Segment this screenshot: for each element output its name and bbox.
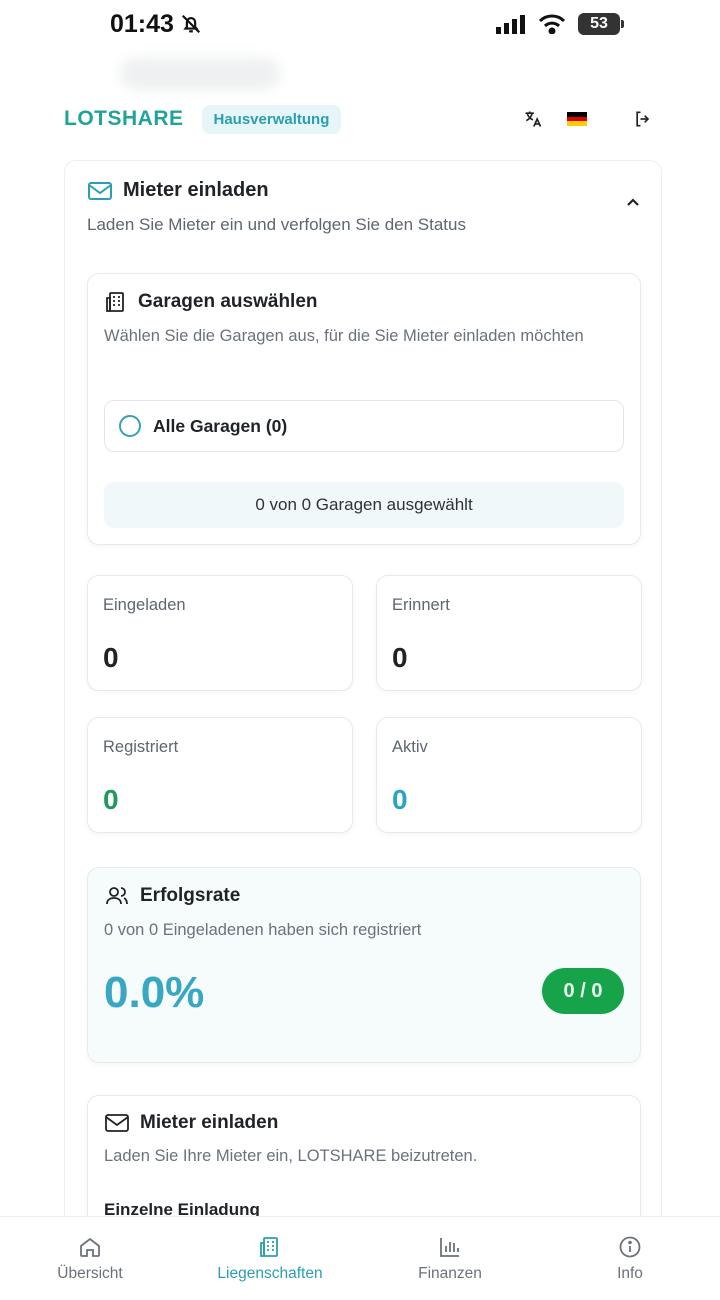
clock: 01:43 (110, 9, 174, 38)
wifi-icon (538, 14, 566, 34)
stat-value: 0 (103, 784, 119, 815)
garage-select-title: Garagen auswählen (138, 291, 318, 312)
nav-label: Finanzen (418, 1264, 482, 1282)
stat-active: Aktiv 0 (376, 717, 642, 833)
app-header: LOTSHARE Hausverwaltung (0, 96, 720, 142)
building-icon (106, 292, 124, 312)
stat-value: 0 (392, 784, 408, 815)
success-rate-card: Erfolgsrate 0 von 0 Eingeladenen haben s… (87, 867, 641, 1063)
blurred-region (120, 58, 280, 90)
bottom-navigation: Übersicht Liegenschaften Finanzen Info (0, 1216, 720, 1300)
language-flag-button[interactable] (564, 106, 590, 132)
nav-label: Übersicht (57, 1264, 123, 1282)
signal-icon (496, 15, 525, 34)
nav-overview[interactable]: Übersicht (0, 1217, 180, 1300)
stat-registered: Registriert 0 (87, 717, 353, 833)
logout-button[interactable] (630, 106, 656, 132)
nav-label: Info (617, 1264, 643, 1282)
logout-icon (636, 111, 650, 127)
german-flag-icon (567, 112, 587, 127)
success-rate-ratio-badge: 0 / 0 (542, 968, 624, 1014)
stat-label: Registriert (103, 738, 179, 756)
section-header: Mieter einladen (87, 179, 269, 202)
stat-value: 0 (392, 642, 408, 673)
nav-properties[interactable]: Liegenschaften (180, 1217, 360, 1300)
stat-reminded: Erinnert 0 (376, 575, 642, 691)
stat-label: Aktiv (392, 738, 428, 756)
mail-icon (88, 181, 112, 200)
success-rate-description: 0 von 0 Eingeladenen haben sich registri… (104, 921, 422, 939)
nav-label: Liegenschaften (217, 1264, 323, 1282)
invite-form-header: Mieter einladen (104, 1112, 624, 1134)
invite-tenants-section: Mieter einladen Laden Sie Mieter ein und… (64, 160, 662, 1295)
invite-form-title: Mieter einladen (140, 1112, 279, 1133)
users-icon (106, 887, 128, 905)
translate-icon (525, 111, 542, 127)
mail-icon (105, 1114, 129, 1132)
garage-select-header: Garagen auswählen (104, 290, 624, 314)
invite-form-description: Laden Sie Ihre Mieter ein, LOTSHARE beiz… (104, 1147, 478, 1165)
bell-muted-icon (181, 14, 200, 34)
brand-logo[interactable]: LOTSHARE (64, 107, 184, 131)
stat-label: Eingeladen (103, 596, 186, 614)
section-title: Mieter einladen (123, 179, 269, 201)
header-actions (520, 106, 656, 132)
translate-button[interactable] (520, 106, 546, 132)
nav-info[interactable]: Info (540, 1217, 720, 1300)
status-bar: 01:43 53 (0, 0, 720, 48)
success-rate-title: Erfolgsrate (140, 885, 241, 906)
stat-invited: Eingeladen 0 (87, 575, 353, 691)
battery-indicator: 53 (578, 13, 624, 35)
selection-status: 0 von 0 Garagen ausgewählt (104, 482, 624, 528)
building-icon (260, 1236, 278, 1257)
stat-value: 0 (103, 642, 119, 673)
garage-select-card: Garagen auswählen Wählen Sie die Garagen… (87, 273, 641, 545)
stat-label: Erinnert (392, 596, 450, 614)
select-all-label: Alle Garagen (0) (153, 415, 288, 436)
success-rate-value: 0.0% (104, 968, 205, 1017)
select-all-radio[interactable] (119, 415, 141, 437)
select-all-garages-option[interactable]: Alle Garagen (0) (104, 400, 624, 452)
info-icon (619, 1236, 641, 1257)
garage-select-description: Wählen Sie die Garagen aus, für die Sie … (104, 327, 584, 345)
status-indicators: 53 (496, 13, 624, 35)
role-badge: Hausverwaltung (201, 104, 342, 134)
collapse-button[interactable] (625, 195, 641, 213)
success-rate-header: Erfolgsrate (104, 884, 624, 908)
bar-chart-icon (440, 1237, 459, 1257)
section-subtitle: Laden Sie Mieter ein und verfolgen Sie d… (87, 215, 466, 234)
status-time: 01:43 (110, 10, 202, 39)
home-icon (80, 1237, 100, 1257)
chevron-up-icon (627, 198, 639, 206)
nav-finances[interactable]: Finanzen (360, 1217, 540, 1300)
